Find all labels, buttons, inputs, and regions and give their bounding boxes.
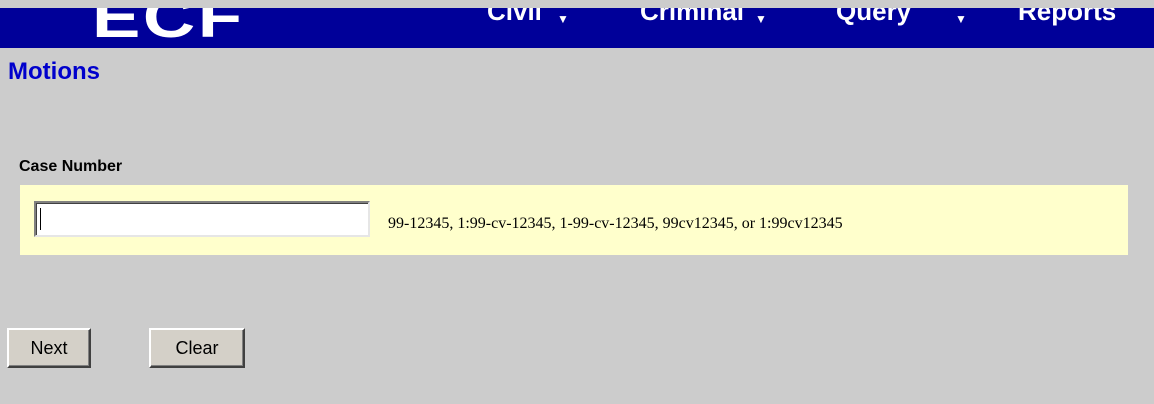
- top-menu-bar: ECF Civil ▼ Criminal ▼ Query ▼ Reports: [0, 8, 1154, 48]
- ecf-logo: ECF: [92, 8, 245, 48]
- chevron-down-icon: ▼: [755, 12, 767, 26]
- menu-item-reports[interactable]: Reports: [1018, 8, 1116, 27]
- case-number-input[interactable]: [34, 201, 370, 237]
- menu-item-criminal[interactable]: Criminal: [640, 8, 744, 27]
- menu-item-civil[interactable]: Civil: [487, 8, 542, 27]
- chevron-down-icon: ▼: [955, 12, 967, 26]
- clear-button[interactable]: Clear: [149, 328, 245, 368]
- chevron-down-icon: ▼: [557, 12, 569, 26]
- case-number-label: Case Number: [19, 158, 123, 175]
- menu-item-query[interactable]: Query: [836, 8, 911, 27]
- page-title: Motions: [8, 58, 100, 85]
- next-button[interactable]: Next: [7, 328, 91, 368]
- case-number-format-hint: 99-12345, 1:99-cv-12345, 1-99-cv-12345, …: [388, 215, 843, 232]
- text-cursor: [40, 208, 41, 230]
- case-number-panel: 99-12345, 1:99-cv-12345, 1-99-cv-12345, …: [20, 185, 1128, 255]
